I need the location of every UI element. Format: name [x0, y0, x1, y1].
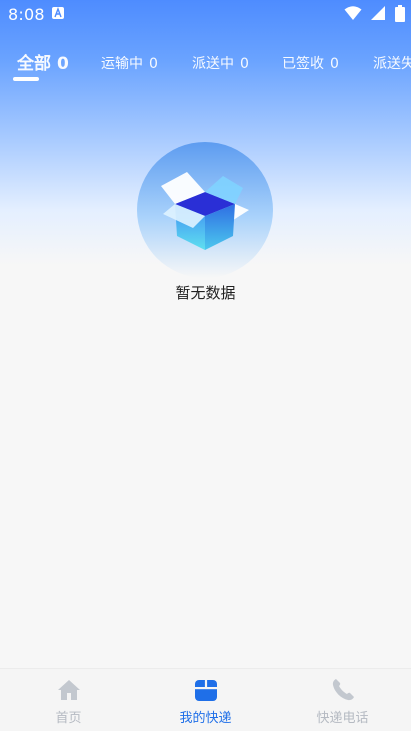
active-tab-indicator: [13, 77, 39, 81]
tab-count: 0: [240, 56, 249, 72]
home-icon: [56, 677, 82, 703]
phone-icon: [330, 677, 356, 703]
nav-courier-phone[interactable]: 快递电话: [274, 669, 411, 731]
package-icon: [193, 677, 219, 703]
nav-label: 首页: [55, 711, 82, 726]
tab-label: 派送失败: [373, 56, 411, 72]
status-time: 8:08: [8, 5, 45, 24]
nav-label: 我的快递: [179, 711, 232, 726]
tab-label: 派送中: [192, 56, 234, 72]
tab-label: 运输中: [101, 56, 143, 72]
tab-count: 0: [57, 54, 69, 74]
tab-count: 0: [149, 56, 158, 72]
battery-icon: [395, 5, 405, 22]
tab-signed[interactable]: 已签收 0: [282, 44, 339, 84]
tab-label: 已签收: [282, 56, 324, 72]
empty-box-illustration: [137, 142, 273, 278]
notification-app-icon: [52, 7, 64, 19]
empty-state-text: 暂无数据: [175, 284, 236, 302]
status-indicators: [344, 5, 405, 23]
tab-in-transit[interactable]: 运输中 0: [101, 44, 158, 84]
wifi-icon: [344, 6, 362, 20]
status-tabs: 全部 0 运输中 0 派送中 0 已签收 0 派送失败: [0, 44, 411, 88]
nav-home[interactable]: 首页: [0, 669, 137, 731]
bottom-navigation: 首页 我的快递 快递电话: [0, 668, 411, 731]
nav-my-packages[interactable]: 我的快递: [137, 669, 274, 731]
tab-count: 0: [330, 56, 339, 72]
signal-icon: [370, 6, 385, 20]
status-bar: 8:08: [0, 0, 411, 28]
tab-delivery-failed[interactable]: 派送失败: [373, 44, 411, 84]
tab-label: 全部: [17, 54, 51, 74]
nav-label: 快递电话: [316, 711, 369, 726]
tab-delivering[interactable]: 派送中 0: [192, 44, 249, 84]
